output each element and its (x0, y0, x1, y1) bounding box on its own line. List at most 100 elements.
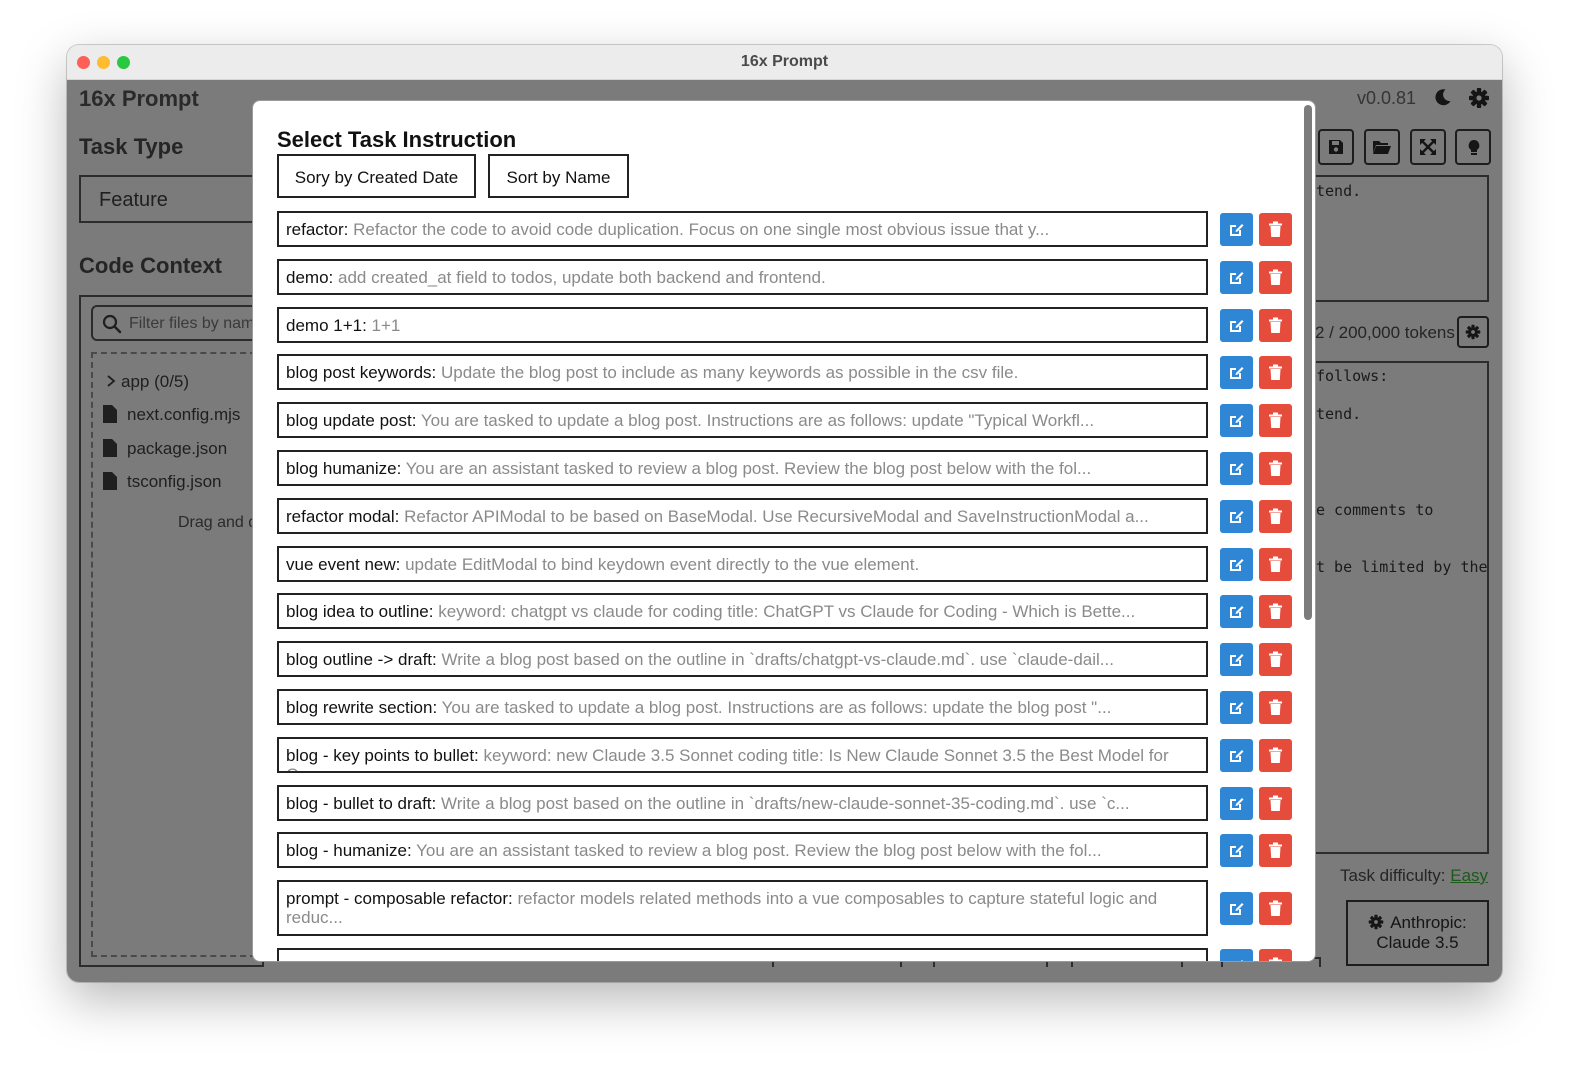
instruction-row: blog humanize: You are an assistant task… (277, 450, 1293, 486)
edit-instruction-button[interactable] (1220, 595, 1253, 629)
edit-instruction-button[interactable] (1220, 404, 1253, 438)
instruction-prompt: add created_at field to todos, update bo… (337, 267, 826, 287)
select-instruction-modal: Select Task Instruction Sory by Created … (252, 100, 1316, 962)
folder-app[interactable]: app (0/5) (105, 372, 189, 392)
difficulty-value-link[interactable]: Easy (1450, 866, 1488, 885)
delete-instruction-button[interactable] (1259, 738, 1292, 772)
edit-instruction-button[interactable] (1220, 738, 1253, 772)
delete-instruction-button[interactable] (1259, 404, 1292, 438)
instruction-item[interactable]: blog update post: You are tasked to upda… (277, 402, 1208, 439)
instruction-item[interactable]: refactor modal: Refactor APIModal to be … (277, 497, 1208, 534)
gear-icon[interactable] (1468, 87, 1490, 109)
edit-instruction-button[interactable] (1220, 834, 1253, 868)
instruction-name: demo 1+1: (286, 315, 367, 335)
file-dropzone[interactable]: app (0/5) next.config.mjs package.json t… (91, 352, 266, 957)
lightbulb-icon (1468, 140, 1480, 155)
instruction-row: blog - key points to bullet: keyword: ne… (277, 736, 1293, 773)
model-select-button[interactable]: Anthropic: Claude 3.5 (1346, 900, 1489, 966)
file-filter-input[interactable]: Filter files by nam (91, 305, 266, 341)
edit-instruction-button[interactable] (1220, 499, 1253, 533)
instruction-item[interactable]: demo: add created_at field to todos, upd… (277, 258, 1208, 295)
delete-instruction-button[interactable] (1259, 892, 1292, 926)
delete-instruction-button[interactable] (1259, 834, 1292, 868)
instruction-item[interactable]: blog rewrite section: You are tasked to … (277, 689, 1208, 725)
instruction-item[interactable]: demo 1+1: 1+1 (277, 306, 1208, 343)
instruction-prompt: Refactor APIModal to be based on BaseMod… (404, 506, 1149, 526)
delete-instruction-button[interactable] (1259, 499, 1292, 533)
token-settings-button[interactable] (1457, 316, 1489, 348)
drag-hint: Drag and d (178, 514, 258, 531)
delete-instruction-button[interactable] (1259, 308, 1292, 342)
instruction-item[interactable]: blog - humanize: You are an assistant ta… (277, 832, 1208, 869)
delete-instruction-button[interactable] (1259, 547, 1292, 581)
save-button[interactable] (1318, 129, 1354, 165)
task-type-title: Task Type (79, 134, 184, 159)
edit-instruction-button[interactable] (1220, 452, 1253, 485)
open-button[interactable] (1364, 129, 1400, 165)
file-item[interactable]: package.json (103, 439, 227, 459)
save-icon (1329, 140, 1343, 154)
instruction-item[interactable]: blog humanize: You are an assistant task… (277, 450, 1208, 486)
file-item[interactable]: next.config.mjs (103, 405, 240, 425)
prompt-line: follows: (1316, 367, 1389, 385)
edit-instruction-button[interactable] (1220, 786, 1253, 820)
file-item[interactable]: tsconfig.json (103, 472, 222, 492)
instruction-item[interactable]: prompt - composable refactor: refactor m… (277, 880, 1208, 937)
instruction-name: blog update post: (286, 411, 417, 431)
instruction-name: blog - bullet to draft: (286, 793, 437, 813)
edit-instruction-button[interactable] (1220, 949, 1253, 961)
file-name: next.config.mjs (127, 405, 241, 424)
delete-instruction-button[interactable] (1259, 452, 1292, 485)
instruction-name: vue event new: (286, 554, 401, 574)
instruction-item[interactable] (277, 948, 1208, 961)
search-icon (102, 314, 122, 334)
edit-instruction-button[interactable] (1220, 643, 1253, 677)
instruction-prompt: Write a blog post based on the outline i… (441, 650, 1114, 670)
modal-scrollbar[interactable] (1304, 105, 1312, 620)
instruction-row-partial (277, 948, 1293, 961)
prompt-line: t be limited by the (1316, 558, 1488, 576)
moon-icon[interactable] (1433, 87, 1455, 109)
instruction-item[interactable]: blog outline -> draft: Write a blog post… (277, 641, 1208, 678)
instruction-snippet: tend. (1316, 182, 1362, 200)
edit-instruction-button[interactable] (1220, 547, 1253, 581)
file-filter-placeholder: Filter files by nam (129, 315, 255, 332)
edit-instruction-button[interactable] (1220, 213, 1253, 246)
task-type-select[interactable]: Feature (79, 175, 279, 223)
prompt-line: tend. (1316, 405, 1362, 423)
task-instruction-input[interactable]: tend. (1292, 175, 1489, 302)
instruction-item[interactable]: blog post keywords: Update the blog post… (277, 354, 1208, 391)
gear-icon (1465, 324, 1481, 340)
delete-instruction-button[interactable] (1259, 643, 1292, 677)
file-name: tsconfig.json (127, 472, 222, 491)
instruction-row: demo: add created_at field to todos, upd… (277, 258, 1293, 295)
instruction-item[interactable]: refactor: Refactor the code to avoid cod… (277, 211, 1208, 247)
instruction-name: prompt - composable refactor: (286, 889, 513, 909)
instruction-item[interactable]: blog idea to outline: keyword: chatgpt v… (277, 593, 1208, 630)
instruction-prompt: Update the blog post to include as many … (440, 363, 1019, 383)
edit-instruction-button[interactable] (1220, 260, 1253, 294)
instruction-row: refactor: Refactor the code to avoid cod… (277, 211, 1293, 247)
instruction-item[interactable]: blog - key points to bullet: keyword: ne… (277, 736, 1208, 773)
delete-instruction-button[interactable] (1259, 213, 1292, 246)
tips-button[interactable] (1455, 129, 1491, 165)
delete-instruction-button[interactable] (1259, 595, 1292, 629)
edit-instruction-button[interactable] (1220, 356, 1253, 390)
delete-instruction-button[interactable] (1259, 260, 1292, 294)
edit-instruction-button[interactable] (1220, 691, 1253, 724)
instruction-item[interactable]: blog - bullet to draft: Write a blog pos… (277, 784, 1208, 821)
final-prompt-textarea[interactable]: follows: tend. e comments to t be limite… (1292, 361, 1489, 854)
instruction-name: blog outline -> draft: (286, 650, 437, 670)
delete-instruction-button[interactable] (1259, 356, 1292, 390)
token-count: 2 / 200,000 tokens (1315, 323, 1455, 342)
edit-instruction-button[interactable] (1220, 892, 1253, 926)
instruction-row: blog update post: You are tasked to upda… (277, 402, 1293, 439)
expand-button[interactable] (1410, 129, 1446, 165)
edit-instruction-button[interactable] (1220, 308, 1253, 342)
delete-instruction-button[interactable] (1259, 949, 1292, 961)
chevron-right-icon (107, 375, 116, 387)
instruction-item[interactable]: vue event new: update EditModal to bind … (277, 545, 1208, 582)
delete-instruction-button[interactable] (1259, 786, 1292, 820)
instruction-name: refactor: (286, 220, 349, 239)
delete-instruction-button[interactable] (1259, 691, 1292, 724)
